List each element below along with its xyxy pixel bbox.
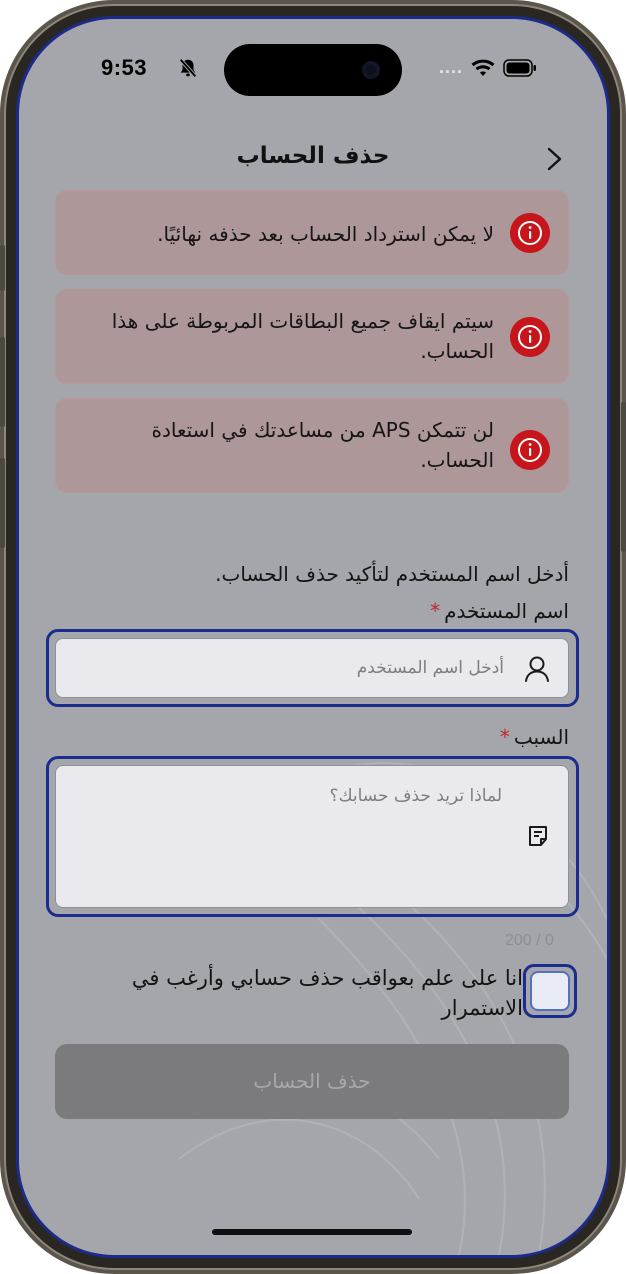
dynamic-island: [224, 44, 402, 96]
char-counter: 200 / 0: [505, 932, 554, 949]
reason-textarea[interactable]: لماذا تريد حذف حسابك؟: [55, 765, 569, 908]
page-title: حذف الحساب: [236, 143, 390, 169]
warning-text: لا يمكن استرداد الحساب بعد حذفه نهائيًا.: [157, 222, 494, 246]
volume-up-button: [0, 337, 5, 427]
required-mark: *: [499, 725, 510, 749]
silent-switch: [0, 245, 5, 291]
warning-card: سيتم ايقاف جميع البطاقات المربوطة على هذ…: [55, 289, 569, 384]
required-mark: *: [430, 599, 441, 623]
info-circle-icon: [510, 213, 550, 253]
screen: 9:53 .... حذف الحساب لا يمكن استرداد الح…: [19, 19, 607, 1255]
note-icon: [529, 826, 547, 846]
home-indicator: [212, 1229, 412, 1235]
info-circle-icon: [510, 317, 550, 357]
consent-text: انا على علم بعواقب حذف حسابي وأرغب في ال…: [131, 966, 523, 1020]
warning-card: لا يمكن استرداد الحساب بعد حذفه نهائيًا.: [55, 190, 569, 275]
wifi-icon: [471, 59, 495, 76]
reason-label-text: السبب: [513, 725, 569, 749]
power-button: [621, 402, 626, 552]
reason-placeholder: لماذا تريد حذف حسابك؟: [329, 786, 502, 806]
warning-text: لن تتمكن APS من مساعدتك في استعادة الحسا…: [151, 418, 494, 472]
status-time: 9:53: [101, 55, 148, 80]
user-icon: [525, 656, 549, 682]
instruction-text: أدخل اسم المستخدم لتأكيد حذف الحساب.: [215, 562, 569, 586]
warning-card: لن تتمكن APS من مساعدتك في استعادة الحسا…: [55, 398, 569, 493]
volume-down-button: [0, 458, 5, 548]
username-placeholder: أدخل اسم المستخدم: [356, 658, 504, 678]
camera-icon: [362, 61, 380, 79]
reason-label: السبب*: [500, 725, 569, 749]
bell-slash-icon: [179, 58, 197, 78]
consent-checkbox[interactable]: [530, 971, 570, 1011]
delete-account-button[interactable]: حذف الحساب: [55, 1044, 569, 1119]
info-circle-icon: [510, 430, 550, 470]
battery-icon: [503, 58, 536, 77]
username-label-text: اسم المستخدم: [444, 599, 569, 623]
chevron-right-icon[interactable]: [543, 145, 567, 173]
username-input[interactable]: أدخل اسم المستخدم: [55, 638, 569, 698]
username-label: اسم المستخدم*: [430, 599, 569, 623]
warning-text: سيتم ايقاف جميع البطاقات المربوطة على هذ…: [111, 309, 494, 363]
signal-dots: ....: [438, 57, 463, 77]
status-right: ....: [439, 57, 537, 78]
